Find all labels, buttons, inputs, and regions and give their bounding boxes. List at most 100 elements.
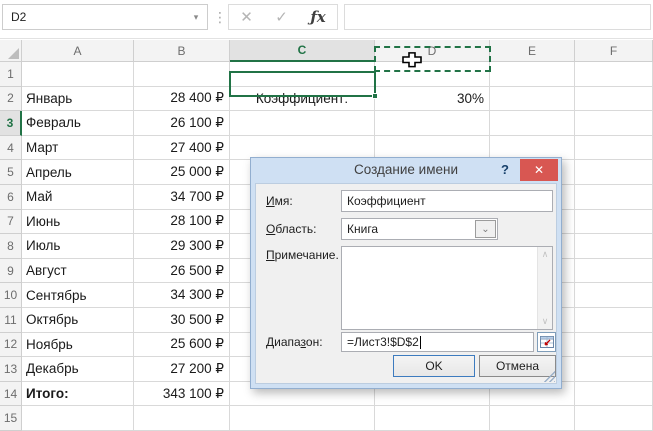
cell-B11[interactable]: 30 500 ₽	[134, 307, 230, 333]
cell-E1[interactable]	[490, 62, 575, 87]
row-header-15[interactable]: 15	[0, 406, 22, 431]
column-header-B[interactable]: B	[134, 40, 230, 62]
cell-E2[interactable]	[490, 86, 575, 112]
cell-E3[interactable]	[490, 111, 575, 136]
cell-A4[interactable]: Март	[22, 135, 134, 161]
row-header-1[interactable]: 1	[0, 62, 22, 87]
cell-A7[interactable]: Июнь	[22, 209, 134, 235]
insert-function-icon[interactable]: ƒx	[310, 8, 325, 26]
chevron-down-icon[interactable]: ⌄	[475, 220, 496, 238]
row-header-2[interactable]: 2	[0, 86, 22, 112]
range-selector-button[interactable]	[537, 332, 556, 352]
cell-F7[interactable]	[575, 209, 653, 235]
cell-B5[interactable]: 25 000 ₽	[134, 160, 230, 185]
row-header-4[interactable]: 4	[0, 135, 22, 161]
cell-A11[interactable]: Октябрь	[22, 307, 134, 333]
active-cell-selection[interactable]	[229, 70, 378, 99]
cell-A6[interactable]: Май	[22, 184, 134, 210]
row-header-9[interactable]: 9	[0, 258, 22, 284]
name-box[interactable]: D2 ▾	[2, 4, 208, 30]
cell-E15[interactable]	[490, 406, 575, 431]
cell-F6[interactable]	[575, 184, 653, 210]
cell-F15[interactable]	[575, 406, 653, 431]
formula-bar[interactable]	[344, 4, 651, 30]
cancel-button[interactable]: Отмена	[479, 355, 556, 377]
cell-B8[interactable]: 29 300 ₽	[134, 234, 230, 259]
cell-B14[interactable]: 343 100 ₽	[134, 381, 230, 407]
enter-icon[interactable]: ✓	[275, 8, 288, 26]
cell-B9[interactable]: 26 500 ₽	[134, 258, 230, 284]
comment-textarea[interactable]: ∧ ∨	[341, 246, 553, 330]
row-header-13[interactable]: 13	[0, 357, 22, 382]
row-header-8[interactable]: 8	[0, 234, 22, 259]
marching-ants-border	[374, 45, 491, 72]
cell-F4[interactable]	[575, 135, 653, 161]
ok-button[interactable]: OK	[393, 355, 475, 377]
cell-F14[interactable]	[575, 381, 653, 407]
row-header-6[interactable]: 6	[0, 184, 22, 210]
cell-A1[interactable]	[22, 62, 134, 87]
row-header-10[interactable]: 10	[0, 283, 22, 308]
namebox-dropdown-icon[interactable]: ▾	[185, 12, 207, 23]
row-header-12[interactable]: 12	[0, 332, 22, 358]
cell-B6[interactable]: 34 700 ₽	[134, 184, 230, 210]
cell-B7[interactable]: 28 100 ₽	[134, 209, 230, 235]
scope-dropdown-value: Книга	[347, 222, 379, 236]
cell-F13[interactable]	[575, 357, 653, 382]
cell-C3[interactable]	[230, 111, 375, 136]
help-button[interactable]: ?	[501, 162, 509, 177]
row-header-5[interactable]: 5	[0, 160, 22, 185]
cell-B10[interactable]: 34 300 ₽	[134, 283, 230, 308]
cell-F9[interactable]	[575, 258, 653, 284]
cell-B4[interactable]: 27 400 ₽	[134, 135, 230, 161]
cell-A14[interactable]: Итого:	[22, 381, 134, 407]
cell-F1[interactable]	[575, 62, 653, 87]
cell-F2[interactable]	[575, 86, 653, 112]
cell-C15[interactable]	[230, 406, 375, 431]
cell-B2[interactable]: 28 400 ₽	[134, 86, 230, 112]
cell-F10[interactable]	[575, 283, 653, 308]
cancel-icon[interactable]: ✕	[240, 8, 253, 26]
cell-D3[interactable]	[375, 111, 490, 136]
cell-A15[interactable]	[22, 406, 134, 431]
cell-F5[interactable]	[575, 160, 653, 185]
cell-A3[interactable]: Февраль	[22, 111, 134, 136]
cell-A5[interactable]: Апрель	[22, 160, 134, 185]
cell-F3[interactable]	[575, 111, 653, 136]
cell-A2[interactable]: Январь	[22, 86, 134, 112]
row-header-7[interactable]: 7	[0, 209, 22, 235]
cell-A13[interactable]: Декабрь	[22, 357, 134, 382]
scroll-up-icon[interactable]: ∧	[538, 249, 552, 260]
select-all-corner[interactable]	[0, 40, 22, 62]
cell-B3[interactable]: 26 100 ₽	[134, 111, 230, 136]
cell-D2[interactable]: 30%	[375, 86, 490, 112]
column-header-A[interactable]: A	[22, 40, 134, 62]
scroll-down-icon[interactable]: ∨	[538, 316, 552, 327]
row-header-11[interactable]: 11	[0, 307, 22, 333]
textarea-scrollbar[interactable]: ∧ ∨	[537, 247, 552, 329]
fill-handle[interactable]	[372, 92, 378, 99]
cell-A9[interactable]: Август	[22, 258, 134, 284]
cell-F12[interactable]	[575, 332, 653, 358]
cell-B13[interactable]: 27 200 ₽	[134, 357, 230, 382]
cell-B15[interactable]	[134, 406, 230, 431]
cell-B1[interactable]	[134, 62, 230, 87]
row-header-14[interactable]: 14	[0, 381, 22, 407]
scope-dropdown[interactable]: Книга ⌄	[341, 218, 498, 240]
column-header-E[interactable]: E	[490, 40, 575, 62]
range-selector-icon	[539, 336, 554, 348]
cell-F8[interactable]	[575, 234, 653, 259]
cell-B12[interactable]: 25 600 ₽	[134, 332, 230, 358]
range-field[interactable]: =Лист3!$D$2	[341, 332, 534, 352]
cell-F11[interactable]	[575, 307, 653, 333]
column-header-C[interactable]: C	[230, 40, 375, 62]
cell-A10[interactable]: Сентябрь	[22, 283, 134, 308]
close-button[interactable]: ✕	[520, 159, 558, 181]
column-header-F[interactable]: F	[575, 40, 653, 62]
dialog-title-bar[interactable]: Создание имени ? ✕	[251, 158, 561, 183]
cell-A8[interactable]: Июль	[22, 234, 134, 259]
name-field[interactable]: Коэффициент	[341, 190, 553, 212]
cell-D15[interactable]	[375, 406, 490, 431]
cell-A12[interactable]: Ноябрь	[22, 332, 134, 358]
row-header-3[interactable]: 3	[0, 111, 22, 136]
